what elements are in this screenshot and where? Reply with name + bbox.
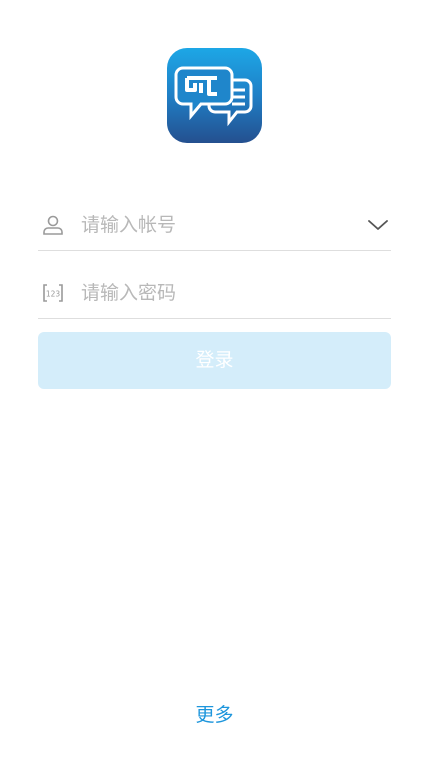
more-link[interactable]: 更多 — [0, 700, 429, 727]
account-input[interactable] — [81, 210, 361, 240]
svg-text:123: 123 — [46, 290, 61, 299]
password-input[interactable] — [81, 278, 361, 308]
chevron-down-icon[interactable] — [367, 216, 389, 234]
user-icon — [42, 214, 64, 236]
account-field — [38, 200, 391, 251]
password-keypad-icon: 123 — [42, 282, 64, 304]
chat-bubbles-logo-icon — [174, 66, 253, 127]
password-field: 123 — [38, 268, 391, 319]
app-logo — [167, 48, 262, 143]
login-button[interactable]: 登录 — [38, 332, 391, 389]
